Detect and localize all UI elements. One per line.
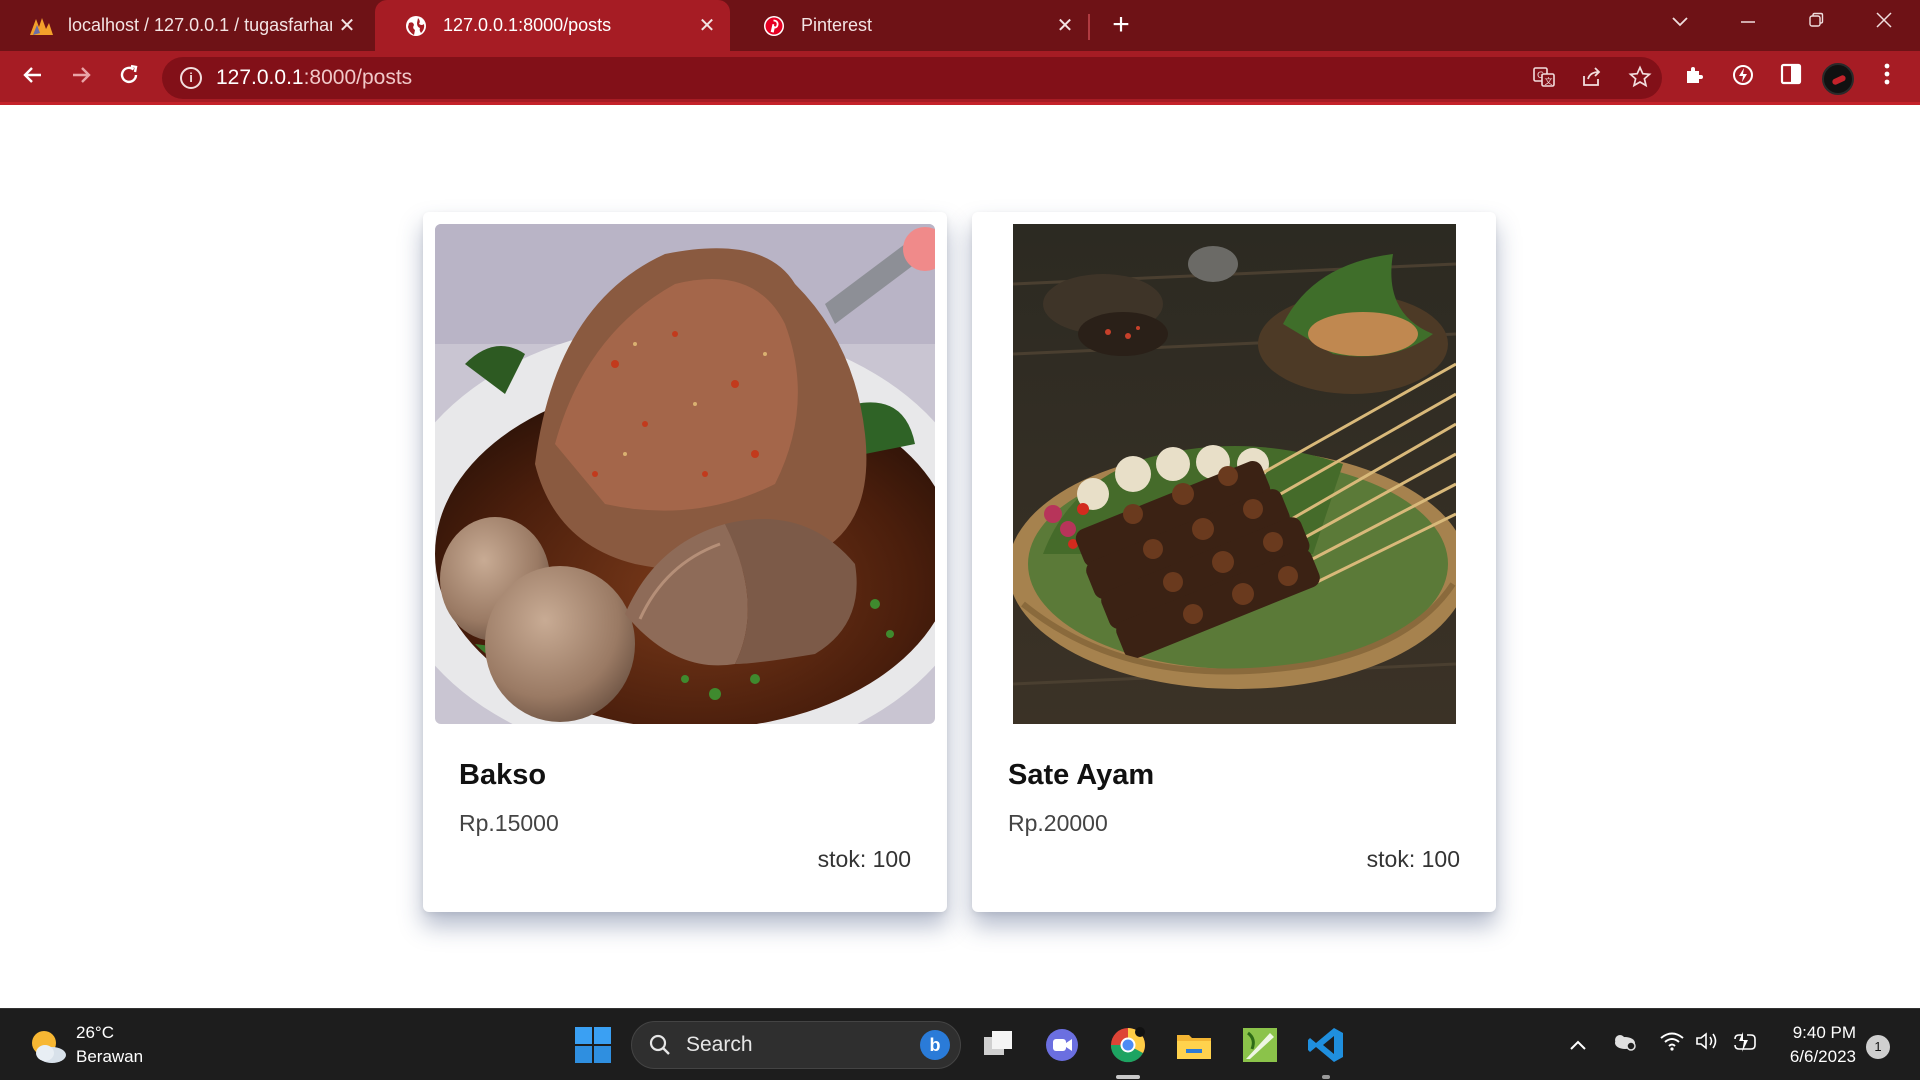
close-tab-icon[interactable]: ✕: [692, 13, 722, 38]
vscode-running-indicator: [1322, 1075, 1330, 1079]
task-view-icon[interactable]: [978, 1025, 1018, 1065]
system-clock[interactable]: 9:40 PM 6/6/2023: [1770, 1021, 1856, 1069]
wifi-icon[interactable]: [1658, 1031, 1686, 1059]
product-price: Rp.15000: [459, 810, 559, 836]
product-card[interactable]: Sate Ayam Rp.20000 stok: 100: [972, 212, 1496, 912]
url-host: 127.0.0.1: [216, 66, 304, 89]
chrome-running-indicator: [1116, 1075, 1140, 1079]
weather-widget[interactable]: 26°C Berawan: [76, 1021, 143, 1069]
extensions-icon[interactable]: [1680, 63, 1710, 93]
clock-date: 6/6/2023: [1789, 1047, 1856, 1066]
tab-title: 127.0.0.1:8000/posts: [443, 15, 612, 35]
reload-button[interactable]: [114, 63, 144, 93]
taskbar-search[interactable]: Search b: [631, 1021, 961, 1069]
search-icon: [648, 1033, 672, 1057]
phpmyadmin-icon: [28, 13, 54, 39]
browser-menu-icon[interactable]: [1872, 63, 1902, 93]
back-button[interactable]: [18, 63, 48, 93]
address-bar[interactable]: i 127.0.0.1:8000/posts G文: [162, 57, 1662, 99]
volume-icon[interactable]: [1694, 1031, 1722, 1059]
sate-ayam-photo: [1013, 224, 1456, 724]
search-placeholder: Search: [686, 1033, 753, 1056]
globe-icon: [403, 13, 429, 39]
product-name: Bakso: [459, 759, 547, 791]
battery-charging-icon[interactable]: [1730, 1031, 1758, 1059]
tab-phpmyadmin[interactable]: localhost / 127.0.0.1 / tugasfarhan ✕: [0, 0, 370, 51]
restore-button[interactable]: [1786, 0, 1846, 44]
profile-avatar[interactable]: [1822, 63, 1854, 95]
weather-icon[interactable]: [28, 1027, 68, 1067]
pinterest-icon: [761, 13, 787, 39]
browser-toolbar: i 127.0.0.1:8000/posts G文: [0, 51, 1920, 105]
bing-icon[interactable]: b: [920, 1030, 950, 1060]
product-name: Sate Ayam: [1008, 759, 1155, 791]
product-stock: stok: 100: [817, 846, 911, 872]
notification-badge[interactable]: 1: [1866, 1035, 1890, 1059]
weather-temp: 26°C: [76, 1023, 114, 1042]
tab-search-icon[interactable]: [1650, 0, 1710, 44]
product-stock: stok: 100: [1366, 846, 1460, 872]
notepad-plus-icon[interactable]: [1240, 1025, 1280, 1065]
tab-posts[interactable]: 127.0.0.1:8000/posts ✕: [375, 0, 730, 51]
chrome-icon[interactable]: [1108, 1025, 1148, 1065]
product-card[interactable]: Bakso Rp.15000 stok: 100: [423, 212, 947, 912]
browser-tab-strip: localhost / 127.0.0.1 / tugasfarhan ✕ 12…: [0, 0, 1920, 51]
svg-text:文: 文: [1545, 76, 1553, 86]
page-content: Bakso Rp.15000 stok: 100 Sate Ayam Rp.20…: [0, 108, 1920, 1008]
bakso-photo: [435, 224, 935, 724]
chevron-up-icon[interactable]: [1564, 1031, 1592, 1059]
tab-title: localhost / 127.0.0.1 / tugasfarhan: [68, 15, 332, 35]
site-info-icon[interactable]: i: [180, 67, 202, 89]
side-panel-icon[interactable]: [1776, 63, 1806, 93]
teams-chat-icon[interactable]: [1042, 1025, 1082, 1065]
translate-icon[interactable]: G文: [1530, 65, 1558, 93]
vscode-icon[interactable]: [1306, 1025, 1346, 1065]
start-button[interactable]: [573, 1025, 613, 1065]
tab-pinterest[interactable]: Pinterest ✕: [733, 0, 1088, 51]
new-tab-button[interactable]: +: [1104, 8, 1138, 42]
tab-separator: [1088, 14, 1090, 40]
tab-title: Pinterest: [801, 15, 873, 35]
share-icon[interactable]: [1578, 65, 1606, 93]
extension-bolt-icon[interactable]: [1728, 63, 1758, 93]
close-window-button[interactable]: [1854, 0, 1914, 44]
minimize-button[interactable]: [1718, 0, 1778, 44]
address-url[interactable]: 127.0.0.1:8000/posts: [216, 66, 412, 90]
windows-taskbar: 26°C Berawan Search b 9:40 PM 6/6/2023 1: [0, 1008, 1920, 1080]
bookmark-star-icon[interactable]: [1626, 65, 1654, 93]
close-tab-icon[interactable]: ✕: [1050, 13, 1080, 38]
onedrive-icon[interactable]: [1610, 1031, 1638, 1059]
forward-button[interactable]: [66, 63, 96, 93]
close-tab-icon[interactable]: ✕: [332, 13, 362, 38]
product-price: Rp.20000: [1008, 810, 1108, 836]
file-explorer-icon[interactable]: [1174, 1025, 1214, 1065]
clock-time: 9:40 PM: [1792, 1023, 1856, 1042]
url-path: :8000/posts: [303, 66, 413, 89]
weather-condition: Berawan: [76, 1047, 144, 1066]
